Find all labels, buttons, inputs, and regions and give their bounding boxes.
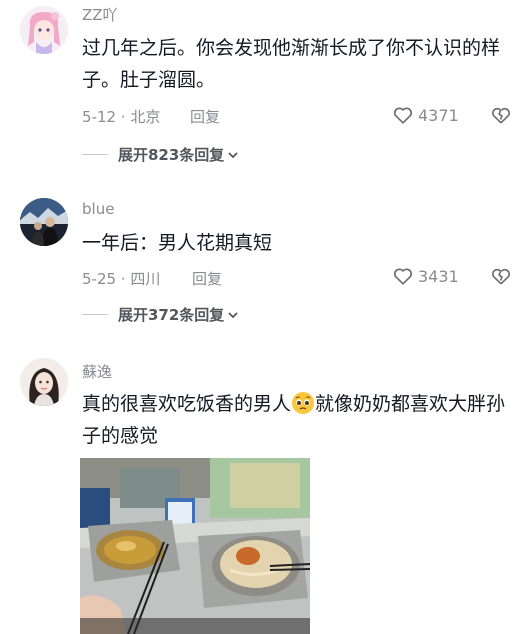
username[interactable]: ZZ吖 [82,4,118,25]
like-count: 3431 [418,266,459,286]
comment-text: 一年后：男人花期真短 [82,232,273,254]
username[interactable]: 蘇逸 [82,361,112,382]
pleading-face-emoji [292,392,315,414]
comment-date-location: 5-12 · 北京 [82,108,161,126]
heart-icon [393,107,413,124]
divider-line [82,314,108,315]
avatar[interactable] [20,358,68,406]
divider-line [82,154,108,155]
comment-text: 过几年之后。你会发现他渐渐长成了你不认识的样子。肚子溜圆。 [82,37,501,91]
avatar[interactable] [20,6,68,54]
like-button[interactable]: 3431 [392,265,459,287]
broken-heart-icon [492,268,510,285]
heart-icon [393,268,413,285]
expand-replies-button[interactable]: 展开372条回复 [82,304,239,325]
comment-date-location: 5-25 · 四川 [82,270,161,288]
comment-text: 真的很喜欢吃饭香的男人 就像奶奶都喜欢大胖孙子的感觉 [82,388,507,452]
dislike-button[interactable] [490,265,512,291]
chevron-down-icon [228,151,238,158]
expand-replies-label: 展开823条回复 [118,146,225,164]
dislike-button[interactable] [490,104,512,130]
like-count: 4371 [418,105,459,125]
comment-text-part: 真的很喜欢吃饭香的男人 [82,393,292,415]
expand-replies-button[interactable]: 展开823条回复 [82,144,239,165]
username[interactable]: blue [82,200,114,218]
expand-replies-label: 展开372条回复 [118,306,225,324]
avatar[interactable] [20,198,68,246]
comment-image[interactable] [80,458,310,634]
reply-button[interactable]: 回复 [190,106,220,127]
like-button[interactable]: 4371 [392,104,459,126]
broken-heart-icon [492,107,510,124]
reply-button[interactable]: 回复 [192,268,222,289]
chevron-down-icon [228,311,238,318]
